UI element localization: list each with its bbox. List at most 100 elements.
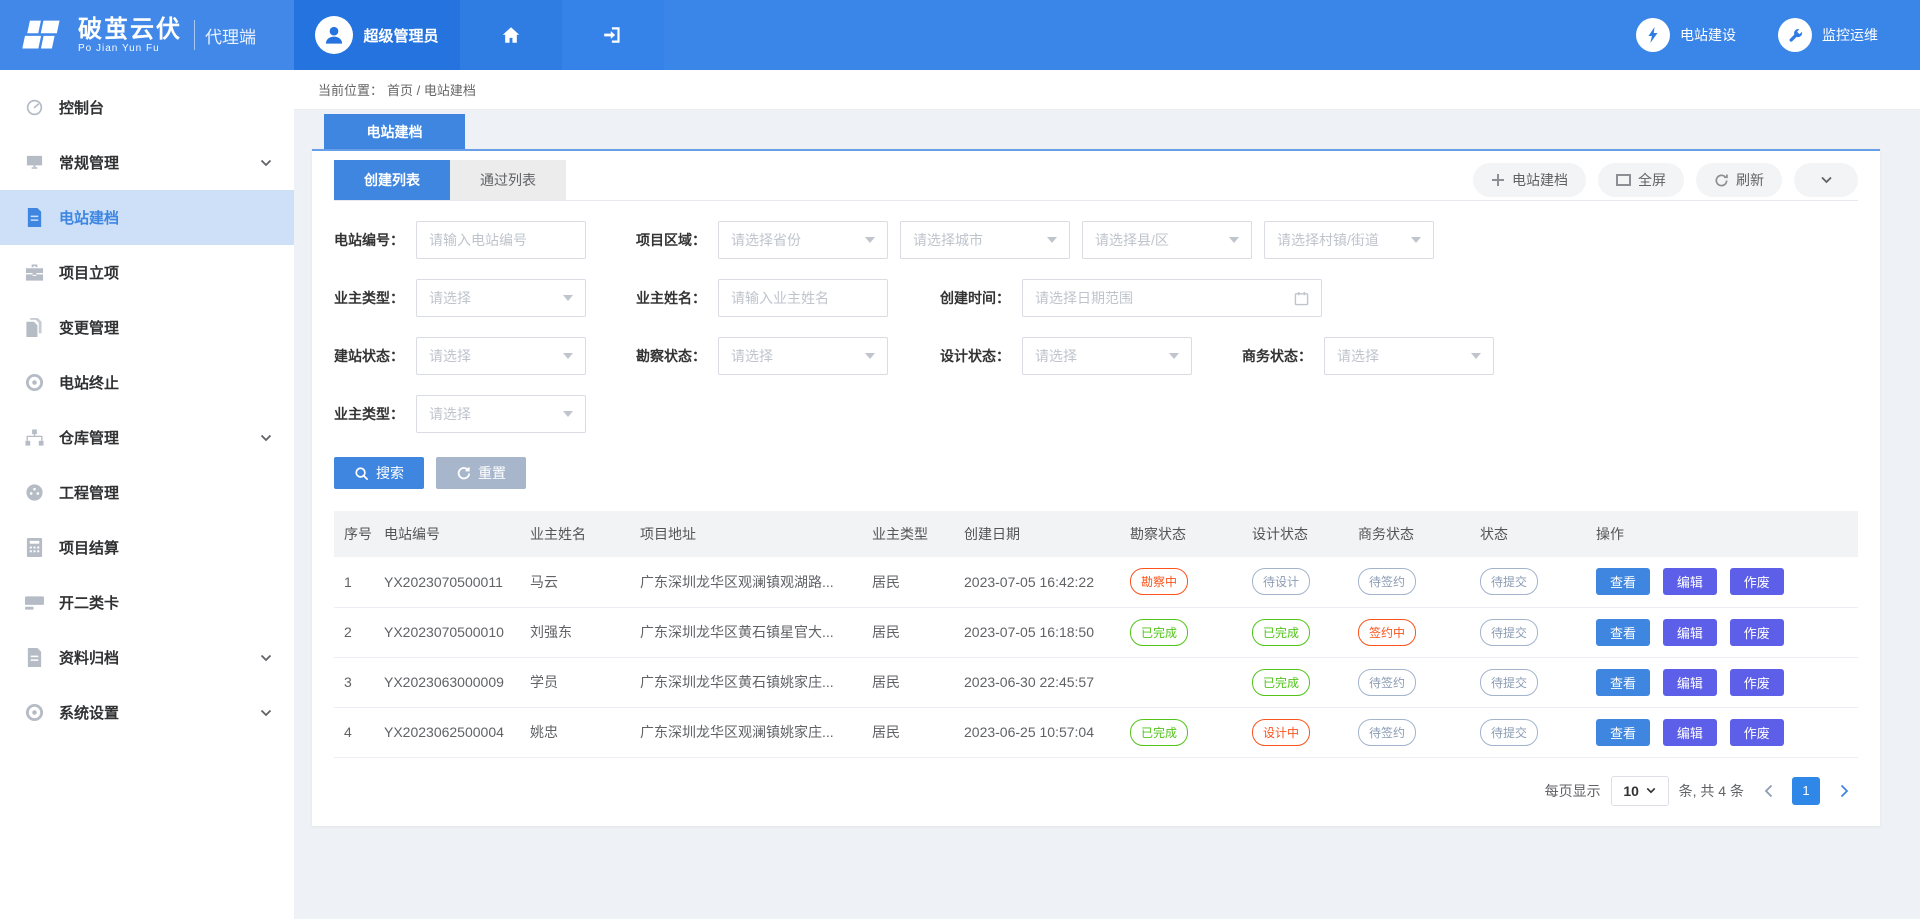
fullscreen-icon — [1616, 174, 1631, 186]
design-status-select[interactable]: 请选择 — [1022, 337, 1192, 375]
prev-page-button[interactable] — [1754, 777, 1782, 805]
search-button[interactable]: 搜索 — [334, 457, 424, 489]
view-button[interactable]: 查看 — [1596, 568, 1650, 595]
survey-status-badge: 已完成 — [1130, 719, 1188, 746]
chevron-down-icon — [260, 434, 272, 442]
filter-label-owner-type: 业主类型： — [334, 288, 416, 308]
more-toggle-button[interactable] — [1794, 163, 1858, 197]
logo-title: 破茧云伏 — [78, 17, 182, 43]
nav-monitor-ops[interactable]: 监控运维 — [1778, 0, 1878, 70]
per-page-select[interactable]: 10 — [1611, 776, 1669, 806]
view-button[interactable]: 查看 — [1596, 669, 1650, 696]
design-status-badge: 待设计 — [1252, 568, 1310, 595]
sidebar-item-data-archive[interactable]: 资料归档 — [0, 630, 294, 685]
sidebar-item-system-settings[interactable]: 系统设置 — [0, 685, 294, 740]
edit-button[interactable]: 编辑 — [1663, 619, 1717, 646]
business-status-select[interactable]: 请选择 — [1324, 337, 1494, 375]
calculator-icon — [24, 538, 44, 558]
create-station-button[interactable]: 电站建档 — [1473, 163, 1586, 197]
city-select[interactable]: 请选择城市 — [900, 221, 1070, 259]
caret-down-icon — [1047, 237, 1057, 243]
void-button[interactable]: 作废 — [1730, 619, 1784, 646]
user-menu[interactable]: 超级管理员 — [294, 0, 460, 70]
reset-icon — [456, 466, 471, 481]
filter-label-station-code: 电站编号： — [334, 230, 416, 250]
edit-button[interactable]: 编辑 — [1663, 719, 1717, 746]
table-row: 2 YX2023070500010 刘强东 广东深圳龙华区黄石镇星官大... 居… — [334, 607, 1858, 657]
sidebar-item-label: 电站终止 — [59, 372, 119, 393]
filter-label-region: 项目区域： — [636, 230, 718, 250]
town-select[interactable]: 请选择村镇/街道 — [1264, 221, 1434, 259]
home-button[interactable] — [460, 0, 562, 70]
sidebar-item-label: 项目结算 — [59, 537, 119, 558]
tab-create-list[interactable]: 创建列表 — [334, 160, 450, 200]
void-button[interactable]: 作废 — [1730, 568, 1784, 595]
logout-button[interactable] — [562, 0, 664, 70]
col-actions: 操作 — [1586, 511, 1858, 557]
sidebar-item-label: 变更管理 — [59, 317, 119, 338]
fullscreen-button[interactable]: 全屏 — [1598, 163, 1684, 197]
sidebar-item-open-type2-card[interactable]: 开二类卡 — [0, 575, 294, 630]
logo: 破茧云伏 Po Jian Yun Fu 代理端 — [0, 0, 294, 70]
filter-label-create-time: 创建时间： — [940, 288, 1022, 308]
sidebar-item-project-initiation[interactable]: 项目立项 — [0, 245, 294, 300]
briefcase-icon — [24, 263, 44, 283]
province-select[interactable]: 请选择省份 — [718, 221, 888, 259]
nav-station-build[interactable]: 电站建设 — [1636, 0, 1736, 70]
sidebar-item-general-mgmt[interactable]: 常规管理 — [0, 135, 294, 190]
next-page-button[interactable] — [1830, 777, 1858, 805]
date-range-picker[interactable]: 请选择日期范围 — [1022, 279, 1322, 317]
sidebar-item-station-archive[interactable]: 电站建档 — [0, 190, 294, 245]
void-button[interactable]: 作废 — [1730, 669, 1784, 696]
target-icon — [24, 373, 44, 393]
monitor-icon — [24, 153, 44, 173]
caret-down-icon — [1229, 237, 1239, 243]
sidebar-item-project-settlement[interactable]: 项目结算 — [0, 520, 294, 575]
caret-down-icon — [865, 353, 875, 359]
logout-icon — [602, 24, 624, 46]
chevron-down-icon — [260, 709, 272, 717]
filter-label-build-status: 建站状态： — [334, 346, 416, 366]
page-number[interactable]: 1 — [1792, 777, 1820, 805]
dashboard-icon — [24, 483, 44, 503]
caret-down-icon — [563, 353, 573, 359]
reset-button[interactable]: 重置 — [436, 457, 526, 489]
design-status-badge: 已完成 — [1252, 669, 1310, 696]
owner-type-select[interactable]: 请选择 — [416, 279, 586, 317]
void-button[interactable]: 作废 — [1730, 719, 1784, 746]
refresh-button[interactable]: 刷新 — [1696, 163, 1782, 197]
page-tab-station-archive[interactable]: 电站建档 — [324, 114, 465, 149]
col-design: 设计状态 — [1242, 511, 1348, 557]
nav-label: 监控运维 — [1822, 25, 1878, 45]
sidebar-item-change-mgmt[interactable]: 变更管理 — [0, 300, 294, 355]
business-status-badge: 签约中 — [1358, 619, 1416, 646]
lightning-icon — [1636, 18, 1670, 52]
build-status-select[interactable]: 请选择 — [416, 337, 586, 375]
card-icon — [24, 593, 44, 613]
sidebar-item-station-termination[interactable]: 电站终止 — [0, 355, 294, 410]
county-select[interactable]: 请选择县/区 — [1082, 221, 1252, 259]
edit-button[interactable]: 编辑 — [1663, 669, 1717, 696]
owner-name-input[interactable] — [718, 279, 888, 317]
sidebar-item-warehouse-mgmt[interactable]: 仓库管理 — [0, 410, 294, 465]
survey-status-select[interactable]: 请选择 — [718, 337, 888, 375]
col-owner: 业主姓名 — [520, 511, 630, 557]
sidebar-item-label: 仓库管理 — [59, 427, 119, 448]
tab-pass-list[interactable]: 通过列表 — [450, 160, 566, 200]
table-header-row: 序号 电站编号 业主姓名 项目地址 业主类型 创建日期 勘察状态 设计状态 商务… — [334, 511, 1858, 557]
owner-type2-select[interactable]: 请选择 — [416, 395, 586, 433]
logo-tag: 代理端 — [205, 23, 256, 48]
sidebar-item-console[interactable]: 控制台 — [0, 80, 294, 135]
toolbar: 电站建档 全屏 — [1473, 163, 1858, 197]
chevron-right-icon — [1840, 784, 1849, 798]
caret-down-icon — [563, 411, 573, 417]
sidebar: 控制台 常规管理 电站建档 — [0, 70, 294, 919]
station-code-input[interactable] — [416, 221, 586, 259]
view-button[interactable]: 查看 — [1596, 719, 1650, 746]
document-icon — [24, 208, 44, 228]
view-button[interactable]: 查看 — [1596, 619, 1650, 646]
edit-button[interactable]: 编辑 — [1663, 568, 1717, 595]
user-name: 超级管理员 — [363, 25, 438, 46]
sidebar-item-engineering-mgmt[interactable]: 工程管理 — [0, 465, 294, 520]
caret-down-icon — [865, 237, 875, 243]
